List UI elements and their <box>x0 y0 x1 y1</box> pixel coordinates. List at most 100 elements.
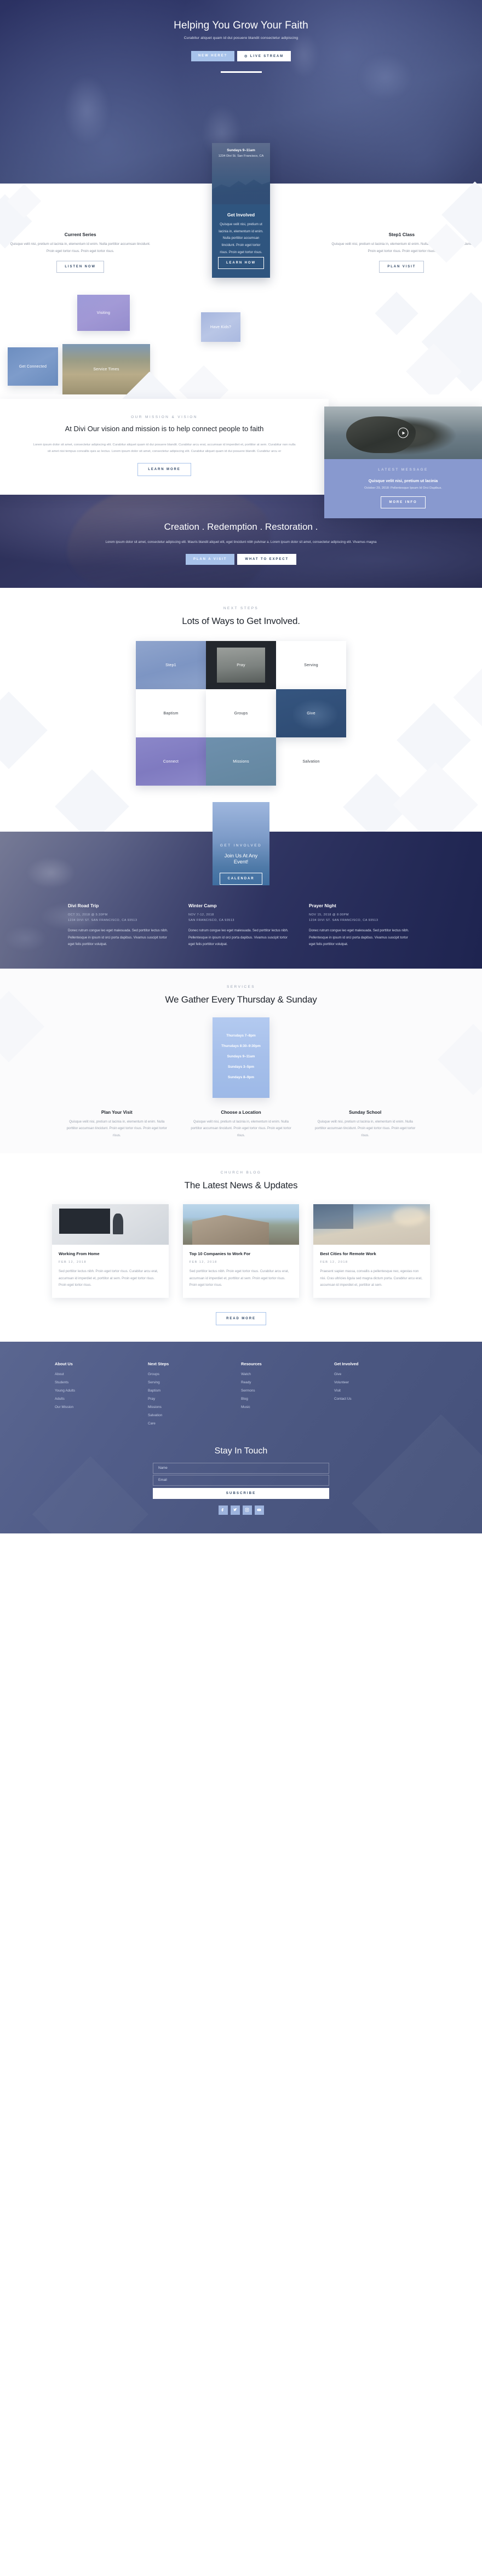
twitter-icon[interactable] <box>230 1505 240 1515</box>
grid-cell-give[interactable]: Give <box>276 689 346 737</box>
footer-link-missions[interactable]: Missions <box>148 1405 241 1409</box>
event-card-2: Prayer Night NOV 15, 2018 @ 8:00PM 1234 … <box>301 903 422 948</box>
footer-link-pray[interactable]: Pray <box>148 1397 241 1401</box>
listen-now-button[interactable]: LISTEN NOW <box>56 261 104 273</box>
read-more-button[interactable]: READ MORE <box>216 1312 266 1325</box>
blog-date-0: FEB 12, 2018 <box>59 1261 87 1264</box>
video-thumbnail[interactable] <box>324 407 482 460</box>
grid-cell-salvation[interactable]: Salvation <box>276 737 346 786</box>
plan-a-visit-button[interactable]: PLAN A VISIT <box>185 553 235 565</box>
footer-link-students[interactable]: Students <box>55 1381 148 1384</box>
grid-cell-pray[interactable]: Pray <box>206 640 276 689</box>
grid-label-baptism: Baptism <box>163 711 179 716</box>
event-location-1: SAN FRANCISCO, CA 93513 <box>188 919 234 923</box>
learn-how-button[interactable]: LEARN HOW <box>217 256 265 269</box>
footer-link-about[interactable]: About <box>55 1372 148 1376</box>
grid-label-connect: Connect <box>163 759 179 764</box>
live-stream-button[interactable]: ◎ LIVE STREAM <box>237 51 291 61</box>
grid-label-missions: Missions <box>233 759 249 764</box>
play-circle-icon: ◎ <box>244 55 249 58</box>
hero-button-group: NEW HERE? ◎ LIVE STREAM <box>0 51 482 61</box>
blog-card-2[interactable]: Best Cities for Remote Work FEB 12, 2018… <box>313 1204 431 1298</box>
involved-heading: Lots of Ways to Get Involved. <box>182 615 300 626</box>
footer-link-volunteer[interactable]: Volunteer <box>334 1381 427 1384</box>
footer-link-visit[interactable]: Visit <box>334 1389 427 1393</box>
grid-label-serving: Serving <box>304 662 318 668</box>
grid-cell-groups[interactable]: Groups <box>206 689 276 737</box>
grid-cell-missions[interactable]: Missions <box>206 737 276 786</box>
calendar-button[interactable]: CALENDAR <box>219 872 263 885</box>
newsletter-form: SUBSCRIBE <box>153 1462 329 1499</box>
footer-link-music[interactable]: Music <box>241 1405 334 1409</box>
play-icon[interactable] <box>398 427 409 438</box>
facebook-icon[interactable] <box>218 1505 228 1515</box>
instagram-icon[interactable] <box>242 1505 252 1515</box>
footer-heading-2: Resources <box>241 1361 262 1366</box>
new-here-button[interactable]: NEW HERE? <box>191 51 235 61</box>
service-text-2: Quisque velit nisi, pretium ut lacinia i… <box>315 1119 416 1137</box>
footer-link-adults[interactable]: Adults <box>55 1397 148 1401</box>
blog-card-1[interactable]: Top 10 Companies to Work For FEB 12, 201… <box>182 1204 300 1298</box>
tile-label-have-kids: Have Kids? <box>210 325 232 329</box>
footer-link-groups[interactable]: Groups <box>148 1372 241 1376</box>
blog-thumbnail-0 <box>52 1204 169 1245</box>
grid-cell-baptism[interactable]: Baptism <box>136 689 206 737</box>
tile-visiting[interactable]: Visiting <box>77 295 130 331</box>
event-location-0: 1234 DIVI ST. SAN FRANCISCO, CA 93513 <box>68 919 137 923</box>
services-heading: We Gather Every Thursday & Sunday <box>165 994 317 1005</box>
event-date-0: OCT 31, 2018 @ 5:30PM <box>68 913 108 917</box>
footer-link-blog[interactable]: Blog <box>241 1397 334 1401</box>
footer-link-care[interactable]: Care <box>148 1422 241 1426</box>
grid-label-give: Give <box>307 711 315 716</box>
promo-title-0: Current Series <box>64 232 96 237</box>
footer-link-sermons[interactable]: Sermons <box>241 1389 334 1393</box>
grid-cell-serving[interactable]: Serving <box>276 640 346 689</box>
event-title-0: Divi Road Trip <box>68 902 99 908</box>
mission-learn-more-button[interactable]: LEARN MORE <box>137 462 191 476</box>
footer-heading-3: Get Involved <box>334 1361 359 1366</box>
plan-visit-button[interactable]: PLAN VISIT <box>379 261 424 273</box>
promo-title-1: Get Involved <box>227 212 255 217</box>
blog-thumbnail-2 <box>313 1204 431 1245</box>
service-info-card: Sundays 9–11am 1234 Divi St. San Francis… <box>212 143 270 278</box>
service-time-0: Thursdays 7–8pm <box>226 1033 256 1038</box>
footer-column-get-involved: Get Involved Give Volunteer Visit Contac… <box>334 1361 427 1430</box>
blog-date-1: FEB 12, 2018 <box>189 1261 217 1264</box>
footer-heading-0: About Us <box>55 1361 73 1366</box>
mission-section: OUR MISSION & VISION At Divi Our vision … <box>0 365 482 519</box>
footer-link-serving[interactable]: Serving <box>148 1381 241 1384</box>
event-text-1: Donec rutrum congue leo eget malesuada. … <box>188 929 289 947</box>
footer-column-resources: Resources Watch Ready Sermons Blog Music <box>241 1361 334 1430</box>
footer-link-young-adults[interactable]: Young Adults <box>55 1389 148 1393</box>
what-to-expect-button[interactable]: WHAT TO EXPECT <box>237 553 297 565</box>
get-involved-card-body: Get Involved Quisque velit nisi, pretium… <box>212 204 270 278</box>
event-card-1: Winter Camp NOV 7-12, 2018 SAN FRANCISCO… <box>181 903 301 948</box>
service-column-0: Plan Your Visit Quisque velit nisi, pret… <box>55 1110 179 1139</box>
email-input[interactable] <box>153 1474 329 1486</box>
promo-text-0: Quisque velit nisi, pretium ut lacinia i… <box>10 242 151 253</box>
subscribe-button[interactable]: SUBSCRIBE <box>153 1487 329 1499</box>
grid-cell-connect[interactable]: Connect <box>136 737 206 786</box>
blog-title-1: Top 10 Companies to Work For <box>189 1251 251 1257</box>
service-column-1: Choose a Location Quisque velit nisi, pr… <box>179 1110 303 1139</box>
more-info-button[interactable]: MORE INFO <box>381 496 426 509</box>
service-time-4: Sundays 8–9pm <box>228 1075 254 1079</box>
service-title-1: Choose a Location <box>221 1109 261 1115</box>
youtube-icon[interactable] <box>254 1505 264 1515</box>
grid-label-groups: Groups <box>234 711 248 716</box>
grid-cell-step1[interactable]: Step1 <box>136 640 206 689</box>
footer-link-salvation[interactable]: Salvation <box>148 1413 241 1417</box>
blog-heading: The Latest News & Updates <box>184 1180 298 1191</box>
footer-link-give[interactable]: Give <box>334 1372 427 1376</box>
tile-get-connected[interactable]: Get Connected <box>8 347 58 386</box>
footer-link-ready[interactable]: Ready <box>241 1381 334 1384</box>
name-input[interactable] <box>153 1462 329 1474</box>
footer-link-our-mission[interactable]: Our Mission <box>55 1405 148 1409</box>
event-date-2: NOV 15, 2018 @ 8:00PM <box>309 913 349 917</box>
footer-link-watch[interactable]: Watch <box>241 1372 334 1376</box>
blog-card-0[interactable]: Working From Home FEB 12, 2018 Sed portt… <box>52 1204 169 1298</box>
footer-link-baptism[interactable]: Baptism <box>148 1389 241 1393</box>
service-times-card: Thursdays 7–8pm Thursdays 8:30–9:30pm Su… <box>213 1017 269 1098</box>
tile-have-kids[interactable]: Have Kids? <box>201 312 240 342</box>
footer-link-contact-us[interactable]: Contact Us <box>334 1397 427 1401</box>
